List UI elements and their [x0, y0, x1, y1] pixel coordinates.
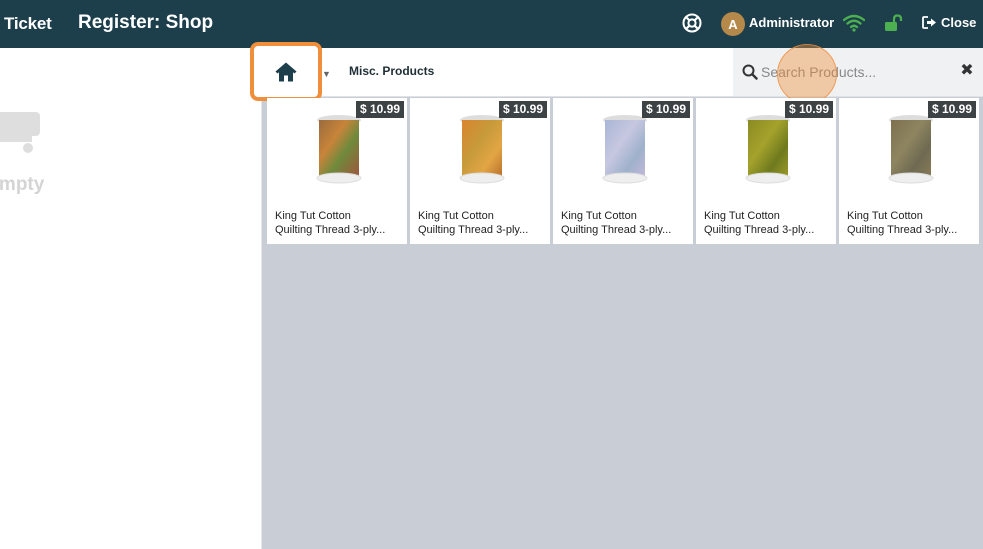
- cart-panel: er is empty: [0, 48, 262, 549]
- thread-spool-image: [459, 115, 505, 184]
- category-breadcrumb[interactable]: Misc. Products: [349, 64, 434, 78]
- register-title: Register: Shop: [78, 12, 214, 33]
- price-badge: $ 10.99: [927, 101, 976, 118]
- product-name: King Tut Cotton Quilting Thread 3-ply...: [418, 209, 544, 237]
- close-label: Close: [941, 15, 977, 30]
- product-card[interactable]: $ 10.99 King Tut Cotton Quilting Thread …: [553, 98, 693, 244]
- cart-icon: [0, 112, 40, 153]
- product-name-line1: King Tut Cotton: [275, 210, 351, 222]
- product-name-line1: King Tut Cotton: [418, 210, 494, 222]
- product-name-line2: Quilting Thread 3-ply...: [704, 224, 815, 236]
- product-name-line1: King Tut Cotton: [847, 210, 923, 222]
- price-badge: $ 10.99: [498, 101, 547, 118]
- product-name-line2: Quilting Thread 3-ply...: [275, 224, 386, 236]
- chevron-down-icon[interactable]: ▼: [322, 69, 331, 79]
- wifi-icon: [843, 14, 865, 32]
- top-bar: t Ticket Register: Shop A Administrator …: [0, 0, 983, 48]
- clear-search-icon[interactable]: ✖: [959, 62, 975, 80]
- help-lifebuoy-icon[interactable]: [682, 13, 702, 33]
- product-toolbar: ▼ Misc. Products ✖: [250, 42, 983, 104]
- home-button[interactable]: [250, 42, 322, 101]
- search-input[interactable]: [761, 61, 941, 83]
- product-card[interactable]: $ 10.99 King Tut Cotton Quilting Thread …: [267, 98, 407, 244]
- cart-empty-message: er is empty: [0, 174, 45, 195]
- user-avatar[interactable]: A: [721, 12, 745, 36]
- product-name-line1: King Tut Cotton: [561, 210, 637, 222]
- thread-spool-image: [888, 115, 934, 184]
- product-name-line2: Quilting Thread 3-ply...: [847, 224, 958, 236]
- product-card[interactable]: $ 10.99 King Tut Cotton Quilting Thread …: [839, 98, 979, 244]
- product-grid: $ 10.99 King Tut Cotton Quilting Thread …: [267, 98, 981, 246]
- product-name: King Tut Cotton Quilting Thread 3-ply...: [275, 209, 401, 237]
- sign-out-icon: [922, 16, 936, 29]
- home-icon: [275, 62, 297, 81]
- product-name: King Tut Cotton Quilting Thread 3-ply...: [561, 209, 687, 237]
- price-badge: $ 10.99: [784, 101, 833, 118]
- thread-spool-image: [316, 115, 362, 184]
- product-name-line2: Quilting Thread 3-ply...: [418, 224, 529, 236]
- product-name-line2: Quilting Thread 3-ply...: [561, 224, 672, 236]
- avatar-initial: A: [728, 16, 738, 32]
- search-icon: [742, 64, 758, 80]
- product-card[interactable]: $ 10.99 King Tut Cotton Quilting Thread …: [696, 98, 836, 244]
- ticket-tab[interactable]: t Ticket: [0, 14, 52, 34]
- thread-spool-image: [745, 115, 791, 184]
- product-name: King Tut Cotton Quilting Thread 3-ply...: [847, 209, 973, 237]
- product-card[interactable]: $ 10.99 King Tut Cotton Quilting Thread …: [410, 98, 550, 244]
- unlock-icon[interactable]: [884, 14, 904, 32]
- search-box: ✖: [733, 48, 983, 96]
- price-badge: $ 10.99: [641, 101, 690, 118]
- price-badge: $ 10.99: [355, 101, 404, 118]
- product-area: ▼ Misc. Products ✖ $ 10.99: [250, 42, 983, 549]
- product-name-line1: King Tut Cotton: [704, 210, 780, 222]
- thread-spool-image: [602, 115, 648, 184]
- close-button[interactable]: Close: [922, 15, 976, 30]
- product-name: King Tut Cotton Quilting Thread 3-ply...: [704, 209, 830, 237]
- user-name[interactable]: Administrator: [749, 15, 834, 30]
